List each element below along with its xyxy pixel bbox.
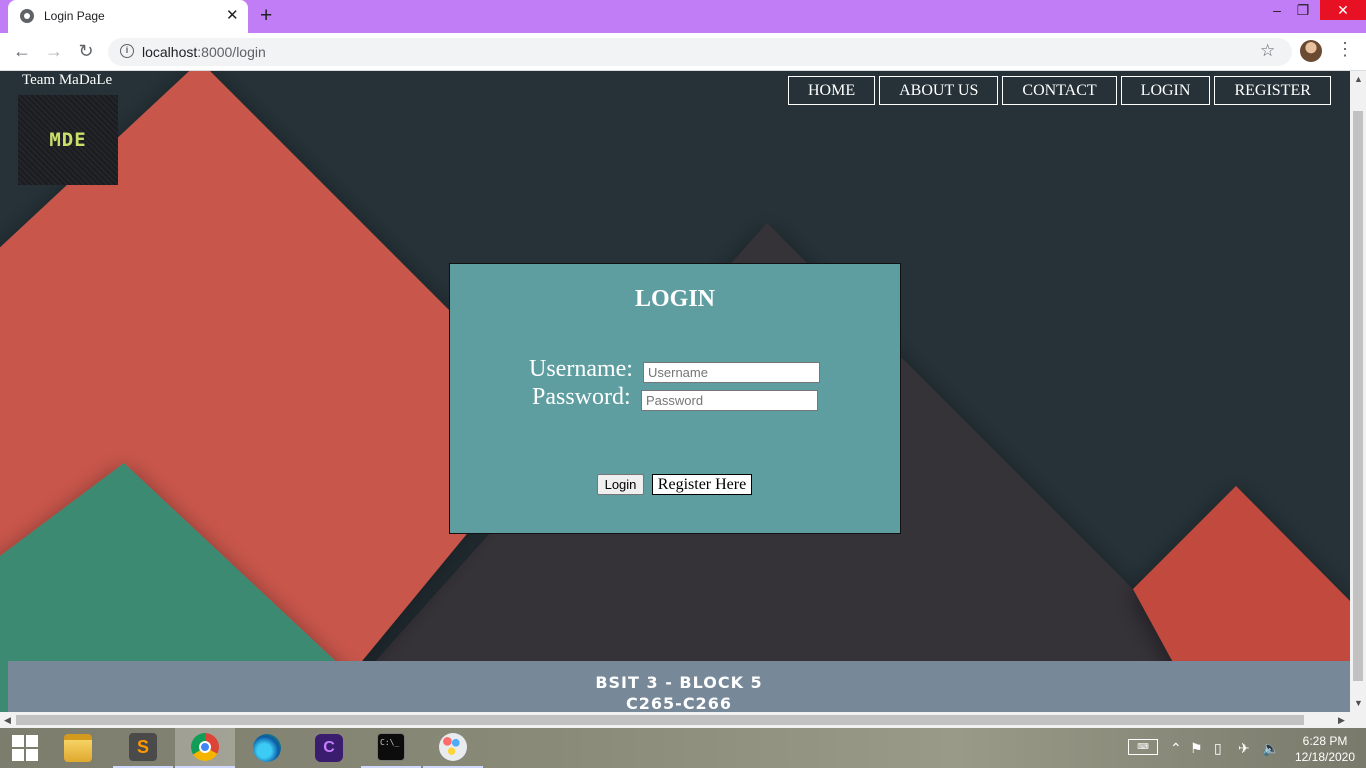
edge-icon (253, 734, 281, 762)
nav-contact[interactable]: CONTACT (1002, 76, 1117, 105)
taskbar-purple-app[interactable]: C (299, 728, 359, 768)
register-here-button[interactable]: Register Here (652, 474, 752, 495)
windows-taskbar: S C C:\_ ⌨ ⌃ ⚑ ▯ ✈ 🔈 6:28 PM 12/18/2020 (0, 728, 1366, 768)
password-label: Password: (532, 384, 631, 410)
scroll-down-icon[interactable]: ▼ (1354, 698, 1363, 708)
show-hidden-icons-icon[interactable]: ⌃ (1170, 740, 1182, 757)
nav-about-us[interactable]: ABOUT US (879, 76, 999, 105)
logo-text: MDE (49, 129, 87, 151)
taskbar-paint[interactable] (423, 728, 483, 768)
chrome-icon (191, 733, 219, 761)
clock-date: 12/18/2020 (1294, 750, 1356, 764)
page-footer: BSIT 3 - BLOCK 5 C265-C266 (8, 661, 1350, 712)
start-button[interactable] (0, 728, 50, 768)
address-bar[interactable]: i localhost:8000/login ☆ (108, 38, 1292, 66)
nav-login[interactable]: LOGIN (1120, 76, 1211, 105)
vertical-scroll-thumb[interactable] (1353, 111, 1363, 681)
tab-close-icon[interactable]: ✕ (226, 6, 239, 24)
purple-app-icon: C (315, 734, 343, 762)
scroll-right-icon[interactable]: ▶ (1338, 715, 1345, 726)
login-button[interactable]: Login (597, 474, 644, 495)
page-viewport: Team MaDaLe MDE HOME ABOUT US CONTACT LO… (0, 71, 1350, 712)
globe-icon (20, 9, 34, 23)
taskbar-edge[interactable] (237, 728, 297, 768)
clock-time: 6:28 PM (1302, 734, 1348, 748)
url-path: :8000/login (197, 44, 266, 60)
browser-toolbar: ← → ↻ i localhost:8000/login ☆ ⋮ (0, 33, 1366, 71)
vertical-scrollbar[interactable]: ▲ ▼ (1350, 71, 1366, 712)
volume-icon[interactable]: 🔈 (1262, 740, 1279, 757)
tab-title: Login Page (44, 9, 105, 23)
taskbar-chrome[interactable] (175, 728, 235, 768)
system-clock[interactable]: 6:28 PM 12/18/2020 (1290, 733, 1360, 765)
forward-arrow-icon[interactable]: → (42, 41, 66, 62)
folder-icon (64, 734, 92, 762)
nav-register[interactable]: REGISTER (1214, 76, 1331, 105)
reload-icon[interactable]: ↻ (74, 41, 98, 62)
nav-home[interactable]: HOME (788, 76, 876, 105)
taskbar-file-explorer[interactable] (48, 728, 108, 768)
login-panel: LOGIN Username: Password: Login Register… (449, 263, 901, 534)
bookmark-star-icon[interactable]: ☆ (1260, 41, 1275, 61)
login-title: LOGIN (634, 286, 715, 312)
url-text[interactable]: localhost:8000/login (142, 44, 266, 60)
profile-avatar[interactable] (1300, 40, 1322, 62)
logo[interactable]: MDE (18, 95, 118, 185)
browser-tab-bar: Login Page ✕ + – ❐ ✕ (0, 0, 1366, 33)
new-tab-button[interactable]: + (260, 4, 272, 28)
flag-icon[interactable]: ⚑ (1190, 740, 1203, 757)
window-close-button[interactable]: ✕ (1320, 0, 1366, 20)
username-label: Username: (529, 356, 633, 382)
sublime-icon: S (129, 733, 157, 761)
info-icon[interactable]: i (120, 44, 134, 58)
menu-dots-icon[interactable]: ⋮ (1336, 39, 1354, 60)
scroll-up-icon[interactable]: ▲ (1354, 74, 1363, 84)
url-host: localhost (142, 44, 198, 60)
footer-line-1: BSIT 3 - BLOCK 5 (595, 673, 763, 692)
airplane-mode-icon[interactable]: ✈ (1238, 740, 1250, 757)
horizontal-scroll-thumb[interactable] (16, 715, 1304, 725)
horizontal-scrollbar[interactable]: ◀ ▶ (0, 712, 1366, 728)
password-input[interactable] (641, 390, 818, 411)
team-name: Team MaDaLe (22, 72, 113, 88)
scroll-left-icon[interactable]: ◀ (4, 715, 11, 726)
footer-line-2: C265-C266 (626, 694, 732, 712)
battery-icon[interactable]: ▯ (1214, 740, 1222, 757)
terminal-icon: C:\_ (377, 733, 405, 761)
taskbar-command-prompt[interactable]: C:\_ (361, 728, 421, 768)
palette-icon (439, 733, 467, 761)
keyboard-icon[interactable]: ⌨ (1128, 739, 1158, 755)
username-input[interactable] (643, 362, 820, 383)
windows-logo-icon (12, 735, 38, 761)
taskbar-sublime-text[interactable]: S (113, 728, 173, 768)
main-nav: HOME ABOUT US CONTACT LOGIN REGISTER (788, 76, 1331, 105)
browser-tab[interactable]: Login Page ✕ (8, 0, 248, 33)
back-arrow-icon[interactable]: ← (10, 41, 34, 62)
